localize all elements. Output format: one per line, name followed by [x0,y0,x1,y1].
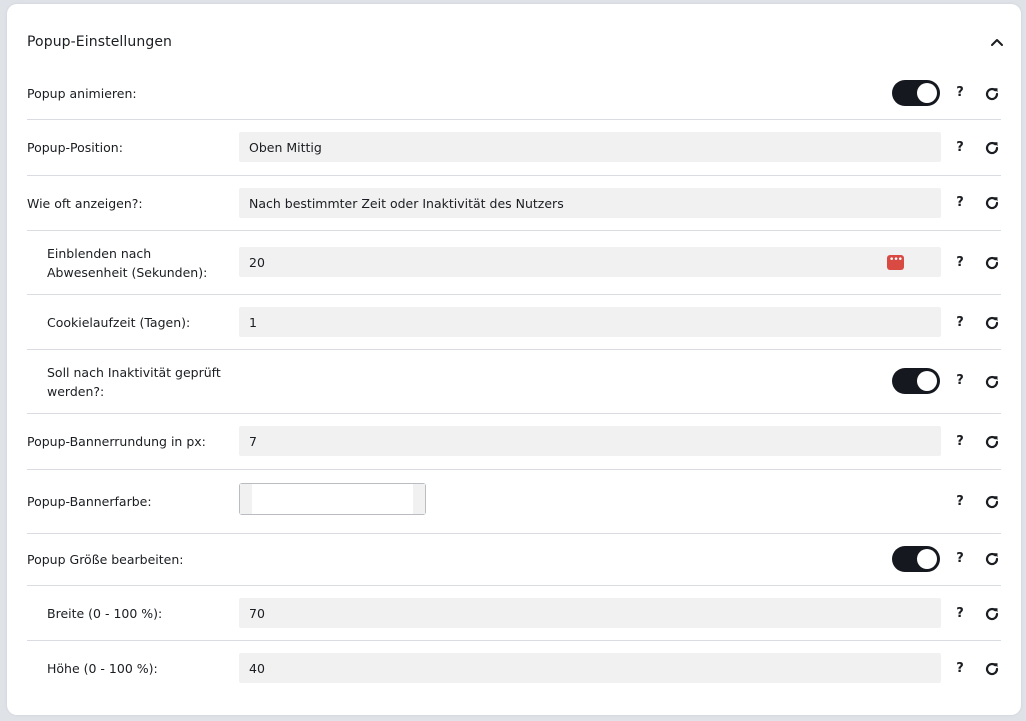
reset-icon[interactable] [984,661,1000,677]
row-rounding: Popup-Bannerrundung in px: 7 ? [27,414,1001,470]
banner-color-label: Popup-Bannerfarbe: [27,494,152,509]
help-icon[interactable]: ? [953,315,967,330]
help-icon[interactable]: ? [953,85,967,100]
animate-toggle[interactable] [892,80,940,106]
reset-icon[interactable] [984,86,1000,102]
chevron-up-icon[interactable] [987,32,1007,52]
height-input[interactable]: 40 [239,653,941,683]
reset-icon[interactable] [984,374,1000,390]
reset-icon[interactable] [984,606,1000,622]
reset-icon[interactable] [984,195,1000,211]
banner-color-picker[interactable] [239,483,426,515]
row-cookie: Cookielaufzeit (Tagen): 1 ? [27,295,1001,350]
help-icon[interactable]: ? [953,140,967,155]
inactivity-toggle[interactable] [892,368,940,394]
row-width: Breite (0 - 100 %): 70 ? [27,586,1001,641]
position-select[interactable]: Oben Mittig [239,132,941,162]
row-position: Popup-Position: Oben Mittig ? [27,120,1001,176]
password-dots-icon[interactable]: ••• [887,255,904,270]
reset-icon[interactable] [984,255,1000,271]
password-dots: ••• [889,255,903,265]
color-swatch-left [240,484,252,514]
rounding-input[interactable]: 7 [239,426,941,456]
row-delay: Einblenden nach Abwesenheit (Sekunden): … [27,231,1001,295]
row-size-edit: Popup Größe bearbeiten: ? [27,534,1001,586]
cookie-input[interactable]: 1 [239,307,941,337]
row-animate: Popup animieren: ? [27,68,1001,120]
help-icon[interactable]: ? [953,434,967,449]
panel-title: Popup-Einstellungen [27,34,173,50]
panel-header[interactable]: Popup-Einstellungen [27,30,1007,54]
help-icon[interactable]: ? [953,661,967,676]
row-inactivity: Soll nach Inaktivität geprüft werden?: ? [27,350,1001,414]
size-edit-label: Popup Größe bearbeiten: [27,552,184,567]
inactivity-label-line1: Soll nach Inaktivität geprüft [47,364,221,380]
inactivity-label-line2: werden?: [47,383,105,399]
row-height: Höhe (0 - 100 %): 40 ? [27,641,1001,696]
rounding-label: Popup-Bannerrundung in px: [27,434,206,449]
popup-settings-panel: Popup-Einstellungen Popup animieren: ? P… [7,4,1021,715]
toggle-knob [917,549,937,569]
reset-icon[interactable] [984,494,1000,510]
inactivity-label: Soll nach Inaktivität geprüft werden?: [27,363,239,401]
reset-icon[interactable] [984,434,1000,450]
delay-value: 20 [249,254,265,270]
help-icon[interactable]: ? [953,494,967,509]
reset-icon[interactable] [984,140,1000,156]
animate-label: Popup animieren: [27,86,137,101]
help-icon[interactable]: ? [953,255,967,270]
size-edit-toggle[interactable] [892,546,940,572]
frequency-label: Wie oft anzeigen?: [27,195,143,211]
delay-input[interactable]: 20 ••• [239,247,941,277]
help-icon[interactable]: ? [953,551,967,566]
position-label: Popup-Position: [27,140,123,155]
reset-icon[interactable] [984,315,1000,331]
height-label: Höhe (0 - 100 %): [47,661,158,676]
reset-icon[interactable] [984,551,1000,567]
width-label: Breite (0 - 100 %): [47,605,163,621]
delay-label: Einblenden nach Abwesenheit (Sekunden): [27,244,239,282]
width-input[interactable]: 70 [239,598,941,628]
row-banner-color: Popup-Bannerfarbe: ? [27,470,1001,534]
help-icon[interactable]: ? [953,606,967,621]
color-swatch-right [413,484,425,514]
cookie-label: Cookielaufzeit (Tagen): [47,314,191,330]
row-frequency: Wie oft anzeigen?: Nach bestimmter Zeit … [27,176,1001,231]
toggle-knob [917,83,937,103]
help-icon[interactable]: ? [953,373,967,388]
frequency-select[interactable]: Nach bestimmter Zeit oder Inaktivität de… [239,188,941,218]
delay-label-line2: Abwesenheit (Sekunden): [47,264,208,280]
toggle-knob [917,371,937,391]
help-icon[interactable]: ? [953,195,967,210]
delay-label-line1: Einblenden nach [47,245,152,261]
